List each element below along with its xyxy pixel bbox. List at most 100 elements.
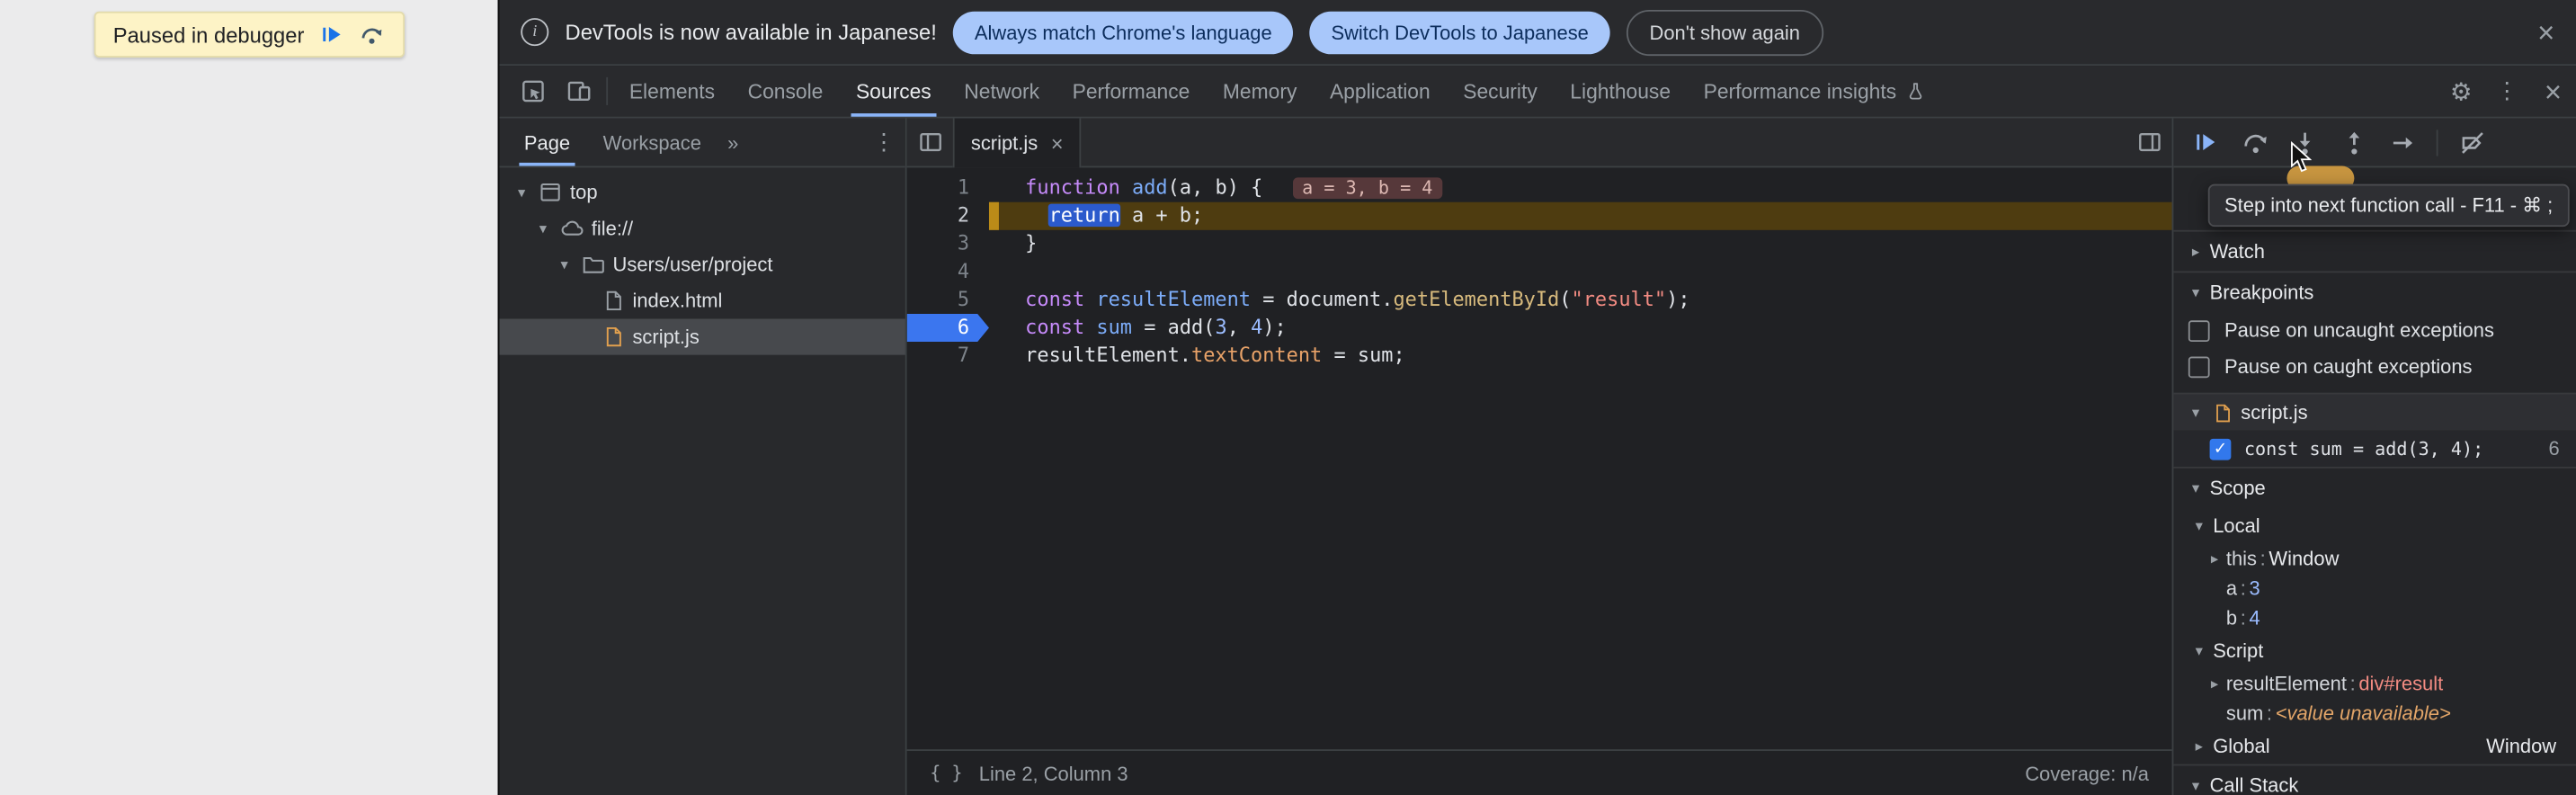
variable-value: Window [2268,547,2339,570]
inspected-page-background: Paused in debugger [0,0,498,795]
tab-sources[interactable]: Sources [840,66,948,117]
screenshot-root: Paused in debugger i DevTools is now ava… [0,0,2576,795]
chevron-right-icon: ▸ [2206,674,2223,692]
tab-console[interactable]: Console [731,66,839,117]
tab-memory[interactable]: Memory [1207,66,1314,117]
close-tab-icon[interactable]: × [1051,132,1064,154]
scope-group-local[interactable]: ▾Local [2173,508,2576,544]
call-stack-section-header[interactable]: ▾ Call Stack [2173,764,2576,795]
navigator-pane: Page Workspace » ⋮ ▾top▾file://▾Users/us… [499,119,906,795]
dont-show-again-button[interactable]: Don't show again [1627,9,1823,55]
scope-group-name: Global [2213,735,2269,758]
code-token: return [1049,204,1120,228]
more-navigator-tabs-icon[interactable]: » [719,130,746,154]
tab-label: Security [1463,80,1538,103]
device-toolbar-icon[interactable] [556,66,602,117]
code-token: textContent [1191,344,1322,367]
toggle-navigator-icon[interactable] [907,119,953,166]
toolbar-divider [2437,129,2438,155]
deactivate-breakpoints-button[interactable] [2449,121,2493,163]
code-token: resultElement [1025,344,1180,367]
chevron-right-icon: ▸ [2190,737,2208,755]
tab-label: Application [1330,80,1431,103]
navigator-menu-icon[interactable]: ⋮ [872,129,896,156]
tree-item-top[interactable]: ▾top [499,174,905,210]
resume-script-button[interactable] [2183,121,2227,163]
code-token [1120,176,1132,200]
banner-step-over-icon[interactable] [359,23,385,47]
scope-variable[interactable]: ▸this: Window [2173,544,2576,574]
tab-application[interactable]: Application [1314,66,1447,117]
call-stack-label: Call Stack [2210,774,2299,795]
tree-item-index-html[interactable]: index.html [499,282,905,318]
toggle-debugger-sidebar-icon[interactable] [2126,119,2171,166]
code-line-content: const resultElement = document.getElemen… [989,286,2172,314]
tab-performance-insights[interactable]: Performance insights [1687,66,1942,117]
code-editor[interactable]: 1function add(a, b) {a = 3, b = 42 retur… [907,167,2172,749]
code-token: ; [1393,344,1404,367]
scope-group-global[interactable]: ▸GlobalWindow [2173,728,2576,764]
breakpoint-file-group[interactable]: ▾ script.js [2173,393,2576,431]
breakpoints-section-header[interactable]: ▾ Breakpoints [2173,271,2576,312]
code-token: document [1287,288,1382,311]
scope-variable[interactable]: ▸resultElement: div#result [2173,669,2576,699]
step-out-button[interactable] [2331,121,2375,163]
inspect-icon[interactable] [509,66,555,117]
step-button[interactable] [2381,121,2425,163]
code-token [1025,204,1048,228]
chevron-right-icon: ▸ [2187,243,2205,261]
editor-tab-scriptjs[interactable]: script.js × [953,119,1082,168]
scope-section-header[interactable]: ▾ Scope [2173,467,2576,508]
pause-uncaught-checkbox[interactable] [2188,319,2210,341]
tab-label: Network [964,80,1039,103]
code-token: ) { [1227,176,1263,200]
notification-bar: i DevTools is now available in Japanese!… [499,0,2576,66]
code-token: ( [1203,316,1215,339]
more-options-icon[interactable]: ⋮ [2484,66,2530,117]
navigator-tab-workspace[interactable]: Workspace [588,119,716,166]
scope-variable[interactable]: a: 3 [2173,574,2576,603]
banner-resume-icon[interactable] [319,23,343,47]
pause-uncaught-row[interactable]: Pause on uncaught exceptions [2173,312,2576,348]
tab-security[interactable]: Security [1447,66,1554,117]
pretty-print-icon[interactable]: { } [930,763,962,784]
pause-caught-row[interactable]: Pause on caught exceptions [2173,348,2576,384]
colon: : [2260,547,2266,570]
cloud-icon [560,217,584,240]
scope-group-name: Local [2213,514,2260,538]
breakpoint-checkbox[interactable] [2210,438,2232,460]
scope-variable[interactable]: sum: <value unavailable> [2173,699,2576,728]
variable-name: a [2226,576,2237,600]
tab-performance[interactable]: Performance [1056,66,1206,117]
close-devtools-icon[interactable]: × [2530,66,2576,117]
code-token: b [1215,176,1226,200]
experiment-flask-icon [1906,81,1926,103]
tree-item-file-[interactable]: ▾file:// [499,210,905,246]
step-over-icon [2242,129,2268,155]
watch-section-header[interactable]: ▸ Watch [2173,230,2576,272]
scope-group-script[interactable]: ▾Script [2173,632,2576,668]
line-number: 1 [907,174,989,202]
tree-item-label: index.html [632,290,722,313]
breakpoint-marker[interactable]: 6 [907,314,989,342]
navigator-tab-page[interactable]: Page [509,119,584,166]
tab-lighthouse[interactable]: Lighthouse [1554,66,1687,117]
code-token: function [1025,176,1120,200]
scope-variable[interactable]: b: 4 [2173,603,2576,633]
chevron-down-icon: ▾ [513,183,530,201]
code-line: 4 [907,258,2172,286]
tree-item-script-js[interactable]: script.js [499,318,905,354]
tab-elements[interactable]: Elements [613,66,732,117]
code-token: sum [1096,316,1132,339]
always-match-language-button[interactable]: Always match Chrome's language [953,11,1293,54]
notification-close-icon[interactable]: × [2537,17,2554,47]
tab-label: Elements [629,80,715,103]
switch-devtools-japanese-button[interactable]: Switch DevTools to Japanese [1310,11,1610,54]
settings-gear-icon[interactable]: ⚙ [2438,66,2484,117]
tab-network[interactable]: Network [948,66,1056,117]
tree-item-Users-user-project[interactable]: ▾Users/user/project [499,246,905,282]
pause-caught-checkbox[interactable] [2188,356,2210,378]
breakpoint-entry[interactable]: const sum = add(3, 4); 6 [2173,431,2576,467]
code-token: const [1025,316,1084,339]
step-over-button[interactable] [2233,121,2277,163]
